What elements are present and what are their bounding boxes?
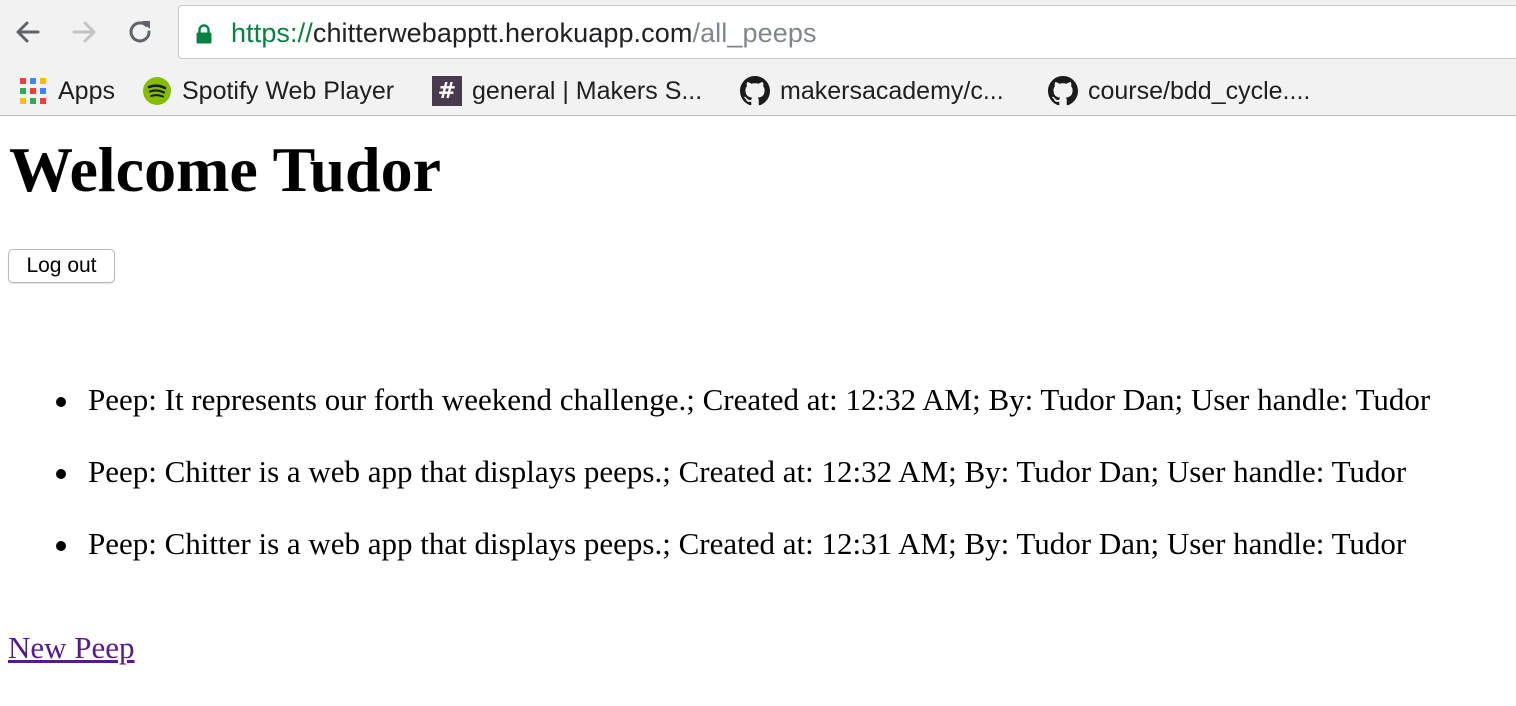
peep-text: Peep: Chitter is a web app that displays… xyxy=(88,454,1407,489)
reload-button[interactable] xyxy=(122,14,158,50)
slack-hash-icon: # xyxy=(432,76,462,106)
bookmark-label: Spotify Web Player xyxy=(182,76,395,105)
bookmark-label: course/bdd_cycle.... xyxy=(1088,76,1311,105)
bullet-icon xyxy=(56,469,66,479)
github-icon xyxy=(1048,76,1078,106)
back-button[interactable] xyxy=(10,14,46,50)
forward-button[interactable] xyxy=(66,14,102,50)
bookmark-slack-general[interactable]: # general | Makers S... xyxy=(432,71,702,111)
browser-toolbar: https://chitterwebapptt.herokuapp.com/al… xyxy=(0,0,1516,66)
peep-text: Peep: Chitter is a web app that displays… xyxy=(88,526,1407,561)
new-peep-link[interactable]: New Peep xyxy=(8,628,135,668)
page-content: Welcome Tudor Log out Peep: It represent… xyxy=(0,116,1516,706)
lock-icon xyxy=(196,24,212,44)
log-out-button[interactable]: Log out xyxy=(8,249,115,283)
arrow-right-icon xyxy=(72,21,96,43)
bookmark-apps[interactable]: Apps xyxy=(18,71,115,111)
bookmark-label: makersacademy/c... xyxy=(780,76,1004,105)
apps-grid-icon xyxy=(18,76,48,106)
bullet-icon xyxy=(56,397,66,407)
github-icon xyxy=(740,76,770,106)
bullet-icon xyxy=(56,541,66,551)
bookmarks-bar: Apps Spotify Web Player # general | Make… xyxy=(0,66,1516,116)
bookmark-github-makersacademy[interactable]: makersacademy/c... xyxy=(740,71,1004,111)
address-bar[interactable]: https://chitterwebapptt.herokuapp.com/al… xyxy=(178,5,1516,59)
bookmark-label: Apps xyxy=(58,76,115,105)
url-scheme: https:// xyxy=(231,18,313,48)
bookmark-spotify[interactable]: Spotify Web Player xyxy=(142,71,394,111)
spotify-icon xyxy=(142,76,172,106)
page-title: Welcome Tudor xyxy=(9,134,442,205)
url-text: https://chitterwebapptt.herokuapp.com/al… xyxy=(231,18,817,48)
bookmark-label: general | Makers S... xyxy=(472,76,703,105)
reload-icon xyxy=(129,21,151,43)
bookmark-github-course[interactable]: course/bdd_cycle.... xyxy=(1048,71,1310,111)
arrow-left-icon xyxy=(16,21,40,43)
url-host: chitterwebapptt.herokuapp.com xyxy=(312,18,693,48)
url-path: /all_peeps xyxy=(692,18,817,48)
peep-text: Peep: It represents our forth weekend ch… xyxy=(88,382,1431,417)
